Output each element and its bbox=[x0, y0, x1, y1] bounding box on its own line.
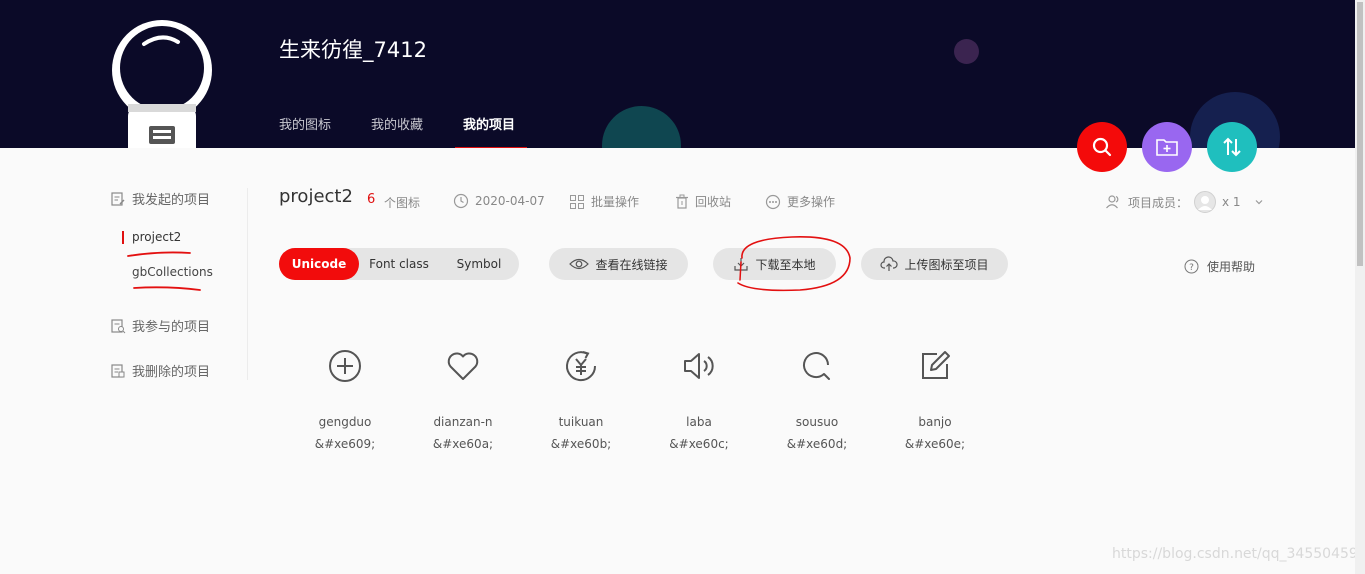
more-label: 更多操作 bbox=[787, 195, 836, 209]
sidebar-item-label: 我发起的项目 bbox=[132, 193, 211, 208]
search-icon bbox=[1092, 137, 1112, 157]
member-avatar bbox=[1194, 191, 1217, 213]
vertical-scrollbar[interactable] bbox=[1355, 0, 1365, 574]
icon-card[interactable]: laba &#xe60c; bbox=[640, 340, 758, 453]
members-count: x 1 bbox=[1222, 195, 1241, 209]
svg-text:?: ? bbox=[1189, 263, 1194, 273]
document-edit-icon bbox=[111, 191, 125, 206]
icon-code: &#xe60a; bbox=[432, 437, 494, 451]
view-link-label: 查看在线链接 bbox=[595, 257, 668, 272]
active-tab-underline bbox=[455, 147, 527, 148]
folder-add-icon bbox=[1156, 139, 1178, 156]
tab-my-projects[interactable]: 我的项目 bbox=[463, 114, 515, 133]
upload-label: 上传图标至项目 bbox=[904, 257, 989, 272]
edit-icon bbox=[922, 351, 950, 379]
grid-icon bbox=[570, 194, 584, 209]
sort-arrows-icon bbox=[1223, 137, 1241, 157]
more-actions-button[interactable]: 更多操作 bbox=[765, 193, 835, 210]
help-label: 使用帮助 bbox=[1207, 260, 1256, 274]
heart-icon bbox=[447, 352, 479, 380]
icon-count: 6 bbox=[367, 192, 376, 207]
download-icon bbox=[734, 258, 749, 271]
icon-code: &#xe60e; bbox=[904, 437, 966, 451]
icon-card[interactable]: banjo &#xe60e; bbox=[876, 340, 994, 453]
icon-name: banjo bbox=[918, 415, 952, 429]
help-link[interactable]: ? 使用帮助 bbox=[1184, 258, 1255, 275]
document-delete-icon bbox=[111, 363, 125, 378]
sidebar-deleted-projects[interactable]: 我删除的项目 bbox=[110, 361, 210, 380]
icon-count-label: 个图标 bbox=[384, 196, 421, 210]
icon-name: laba bbox=[686, 415, 712, 429]
tab-my-icons[interactable]: 我的图标 bbox=[279, 114, 331, 133]
sort-button[interactable] bbox=[1207, 122, 1257, 172]
icon-code: &#xe60b; bbox=[550, 437, 612, 451]
icon-card[interactable]: tuikuan &#xe60b; bbox=[522, 340, 640, 453]
recycle-bin-button[interactable]: 回收站 bbox=[675, 193, 731, 210]
batch-operation-button[interactable]: 批量操作 bbox=[569, 193, 639, 210]
refund-yen-icon bbox=[566, 351, 597, 382]
icon-name: tuikuan bbox=[558, 415, 604, 429]
project-title: project2 bbox=[279, 186, 353, 207]
decor-bubble bbox=[602, 106, 681, 148]
icon-card[interactable]: dianzan-n &#xe60a; bbox=[404, 340, 522, 453]
decor-bubble bbox=[954, 39, 979, 64]
sidebar-item-label: 我删除的项目 bbox=[132, 365, 211, 380]
recycle-label: 回收站 bbox=[695, 195, 732, 209]
tab-symbol[interactable]: Symbol bbox=[439, 248, 519, 280]
speaker-icon bbox=[684, 353, 714, 379]
sidebar-project-project2[interactable]: project2 bbox=[132, 230, 181, 244]
search-button[interactable] bbox=[1077, 122, 1127, 172]
icon-name: dianzan-n bbox=[433, 415, 493, 429]
icon-code: &#xe60c; bbox=[669, 437, 729, 451]
search-icon bbox=[803, 352, 830, 380]
icon-code: &#xe60d; bbox=[786, 437, 848, 451]
trash-icon bbox=[676, 194, 688, 209]
plus-circle-icon bbox=[329, 350, 361, 382]
sidebar-divider bbox=[247, 188, 248, 380]
icon-card[interactable]: sousuo &#xe60d; bbox=[758, 340, 876, 453]
users-icon bbox=[1106, 195, 1119, 209]
icon-name: gengduo bbox=[318, 415, 372, 429]
sidebar-joined-projects[interactable]: 我参与的项目 bbox=[110, 316, 210, 335]
scrollbar-thumb[interactable] bbox=[1357, 2, 1363, 266]
active-project-marker bbox=[122, 231, 124, 244]
username: 生来彷徨_7412 bbox=[279, 38, 427, 62]
icon-card[interactable]: gengduo &#xe609; bbox=[286, 340, 404, 453]
project-date: 2020-04-07 bbox=[453, 193, 545, 209]
eye-icon bbox=[569, 258, 590, 270]
clock-icon bbox=[453, 193, 469, 209]
cloud-upload-icon bbox=[880, 256, 899, 271]
tab-my-favorites[interactable]: 我的收藏 bbox=[371, 114, 423, 133]
tab-font-class[interactable]: Font class bbox=[359, 248, 439, 280]
project-members[interactable]: 项目成员： x 1 bbox=[1105, 191, 1265, 213]
document-search-icon bbox=[111, 318, 126, 333]
astronaut-avatar bbox=[112, 20, 212, 148]
sidebar-item-label: 我参与的项目 bbox=[132, 320, 211, 335]
date-text: 2020-04-07 bbox=[475, 194, 545, 208]
tab-unicode[interactable]: Unicode bbox=[279, 248, 359, 280]
icon-name: sousuo bbox=[795, 415, 839, 429]
view-online-link-button[interactable]: 查看在线链接 bbox=[549, 248, 688, 280]
download-local-button[interactable]: 下载至本地 bbox=[713, 248, 836, 280]
icon-code: &#xe609; bbox=[314, 437, 376, 451]
batch-label: 批量操作 bbox=[591, 195, 640, 209]
upload-icons-button[interactable]: 上传图标至项目 bbox=[861, 248, 1008, 280]
new-project-button[interactable] bbox=[1142, 122, 1192, 172]
watermark-text: https://blog.csdn.net/qq_34550459 bbox=[1112, 546, 1358, 562]
sidebar-my-projects[interactable]: 我发起的项目 bbox=[110, 189, 210, 208]
question-circle-icon: ? bbox=[1184, 259, 1199, 274]
more-dots-icon bbox=[765, 194, 781, 209]
sidebar-project-gbcollections[interactable]: gbCollections bbox=[132, 265, 213, 279]
chevron-down-icon bbox=[1255, 200, 1263, 205]
format-tabs: Unicode Font class Symbol bbox=[279, 248, 519, 280]
members-label: 项目成员： bbox=[1128, 195, 1189, 210]
download-label: 下载至本地 bbox=[755, 257, 816, 272]
